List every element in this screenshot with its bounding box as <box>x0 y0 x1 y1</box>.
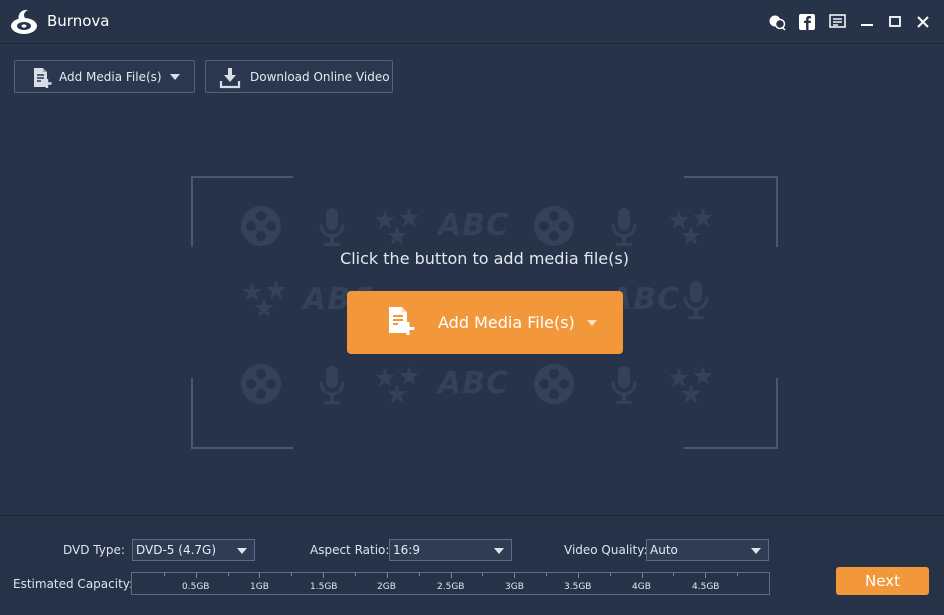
chevron-down-icon <box>494 548 504 554</box>
capacity-minor-tick <box>419 573 420 576</box>
capacity-minor-tick <box>451 573 452 578</box>
abc-text-decoration: ABC <box>438 208 510 243</box>
video-quality-label: Video Quality: <box>564 543 648 557</box>
capacity-tick-label: 3.5GB <box>564 582 592 592</box>
next-button[interactable]: Next <box>836 567 929 595</box>
stars-icon <box>375 366 421 410</box>
aspect-ratio-select[interactable]: 16:9 <box>389 539 512 561</box>
add-media-file-main-label: Add Media File(s) <box>438 313 575 332</box>
add-file-icon <box>32 67 52 92</box>
download-online-video-button[interactable]: Download Online Video <box>205 60 393 93</box>
chevron-down-icon[interactable] <box>170 74 180 80</box>
capacity-minor-tick <box>705 573 706 578</box>
capacity-tick-label: 1.5GB <box>310 582 338 592</box>
dvd-type-select[interactable]: DVD-5 (4.7G) <box>132 539 255 561</box>
add-media-file-label: Add Media File(s) <box>59 70 162 84</box>
film-reel-icon <box>533 363 575 409</box>
capacity-minor-tick <box>291 573 292 576</box>
video-quality-select[interactable]: Auto <box>646 539 769 561</box>
capacity-minor-tick <box>387 573 388 578</box>
close-icon[interactable] <box>914 13 932 31</box>
burnova-logo-icon <box>10 8 40 36</box>
capacity-minor-tick <box>228 573 229 576</box>
capacity-tick-label: 2GB <box>377 582 396 592</box>
capacity-minor-tick <box>610 573 611 576</box>
dropzone-hint-text: Click the button to add media file(s) <box>340 249 629 268</box>
film-reel-icon <box>240 363 282 409</box>
stars-icon <box>375 208 421 252</box>
capacity-minor-tick <box>737 573 738 576</box>
capacity-minor-tick <box>259 573 260 578</box>
microphone-icon <box>609 206 639 252</box>
chevron-down-icon[interactable] <box>587 320 597 326</box>
dvd-type-value: DVD-5 (4.7G) <box>136 543 217 557</box>
capacity-minor-tick <box>482 573 483 576</box>
aspect-ratio-label: Aspect Ratio: <box>310 543 390 557</box>
app-title: Burnova <box>47 12 110 30</box>
capacity-minor-tick <box>546 573 547 576</box>
feedback-icon[interactable] <box>768 13 786 31</box>
capacity-minor-tick <box>164 573 165 576</box>
film-reel-icon <box>240 205 282 251</box>
capacity-tick-label: 0.5GB <box>182 582 210 592</box>
maximize-icon[interactable] <box>886 13 904 31</box>
add-media-file-button[interactable]: Add Media File(s) <box>14 60 195 93</box>
stars-icon <box>242 280 288 324</box>
capacity-minor-tick <box>642 573 643 578</box>
dvd-type-label: DVD Type: <box>63 543 125 557</box>
video-quality-value: Auto <box>650 543 678 557</box>
capacity-minor-tick <box>673 573 674 576</box>
stars-icon <box>669 208 715 252</box>
download-online-video-label: Download Online Video <box>250 70 390 84</box>
capacity-minor-tick <box>514 573 515 578</box>
capacity-minor-tick <box>578 573 579 578</box>
aspect-ratio-value: 16:9 <box>393 543 420 557</box>
facebook-icon[interactable] <box>798 13 816 31</box>
capacity-minor-tick <box>323 573 324 578</box>
capacity-tick-label: 2.5GB <box>437 582 465 592</box>
capacity-tick-label: 4.5GB <box>692 582 720 592</box>
estimated-capacity-label: Estimated Capacity: <box>13 577 134 591</box>
chevron-down-icon <box>237 548 247 554</box>
microphone-icon <box>317 206 347 252</box>
microphone-icon <box>317 364 347 410</box>
microphone-icon <box>681 279 711 325</box>
capacity-minor-tick <box>196 573 197 578</box>
film-reel-icon <box>533 205 575 251</box>
capacity-tick-label: 1GB <box>250 582 269 592</box>
capacity-tick-label: 4GB <box>632 582 651 592</box>
minimize-icon[interactable] <box>858 13 876 31</box>
title-bar: Burnova <box>0 0 944 44</box>
microphone-icon <box>609 364 639 410</box>
capacity-minor-tick <box>355 573 356 576</box>
menu-icon[interactable] <box>829 13 847 31</box>
add-media-file-main-button[interactable]: Add Media File(s) <box>347 291 623 354</box>
capacity-bar: 0.5GB 1GB 1.5GB 2GB 2.5GB 3GB 3.5GB 4GB 4.5GB <box>131 572 770 595</box>
add-file-icon <box>387 306 415 340</box>
capacity-tick-label: 3GB <box>505 582 524 592</box>
abc-text-decoration: ABC <box>438 366 510 401</box>
chevron-down-icon <box>751 548 761 554</box>
stars-icon <box>669 366 715 410</box>
output-settings-panel <box>0 515 944 615</box>
download-icon <box>219 67 241 92</box>
